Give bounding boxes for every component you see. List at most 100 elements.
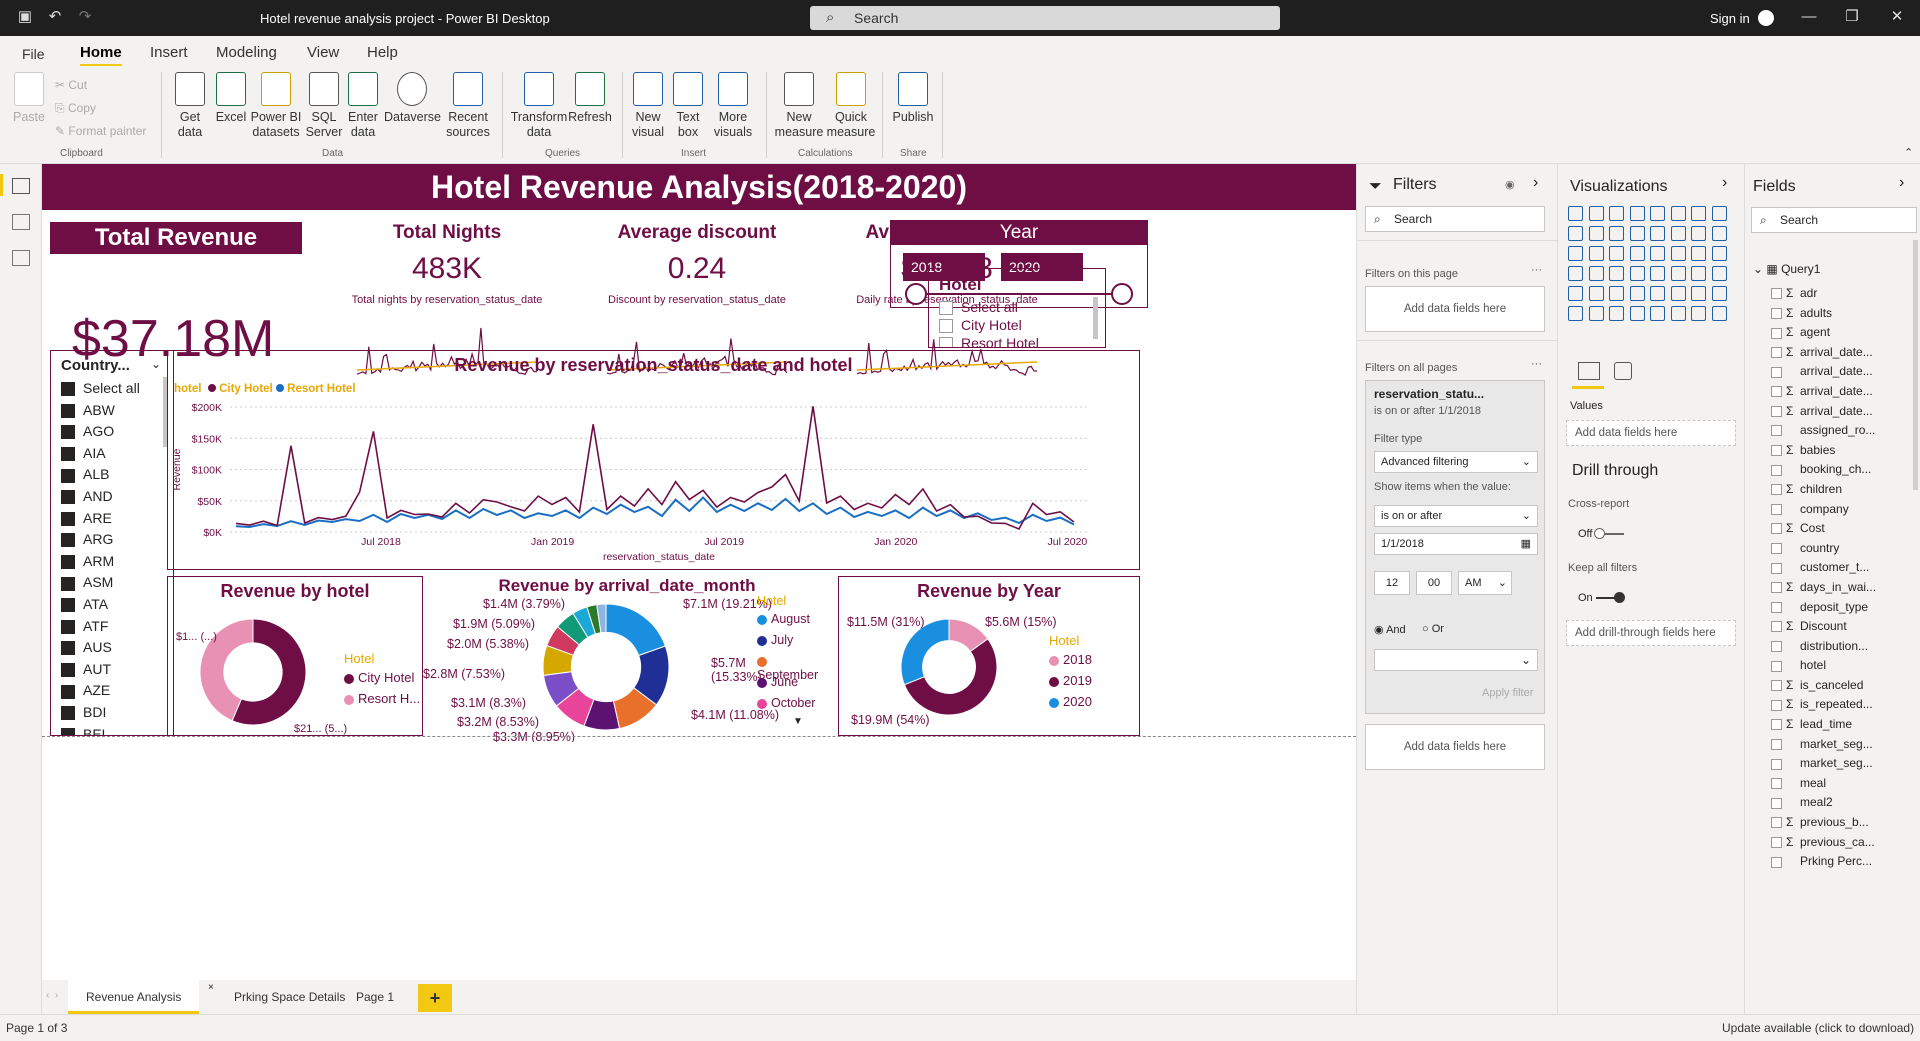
transform-data-button[interactable]: Transform data [510, 72, 568, 140]
field-item[interactable]: hotel [1745, 656, 1915, 676]
add-fields-dropzone[interactable]: Add data fields here [1365, 286, 1545, 332]
slicer-option[interactable]: Resort Hotel [939, 335, 1039, 347]
checkbox[interactable] [1771, 503, 1782, 515]
visual-type-icon[interactable] [1691, 206, 1706, 221]
visual-type-icon[interactable] [1711, 306, 1727, 321]
field-item[interactable]: Σarrival_date... [1745, 343, 1915, 363]
visual-type-icon[interactable] [1609, 226, 1624, 241]
scrollbar[interactable] [1913, 240, 1918, 490]
visual-type-icon[interactable] [1650, 206, 1665, 221]
checkbox[interactable] [1771, 582, 1782, 594]
menu-help[interactable]: Help [367, 44, 398, 61]
visual-type-icon[interactable] [1711, 286, 1727, 301]
visual-type-icon[interactable] [1711, 226, 1727, 241]
year-slider-start-handle[interactable] [905, 283, 927, 305]
format-painter-button[interactable]: ✎ Format painter [55, 124, 146, 138]
country-option[interactable]: ABW [61, 400, 140, 422]
visual-type-icon[interactable] [1588, 306, 1604, 321]
checkbox[interactable] [61, 727, 75, 735]
checkbox[interactable] [1771, 562, 1782, 574]
new-measure-button[interactable]: New measure [774, 72, 824, 140]
checkbox[interactable] [61, 706, 75, 721]
legend-scroll-down-icon[interactable]: ▼ [793, 716, 803, 727]
more-visuals-button[interactable]: More visuals [708, 72, 758, 140]
fields-tab-icon[interactable] [1578, 362, 1600, 380]
checkbox[interactable] [1771, 464, 1782, 476]
paste-button[interactable]: Paste [12, 72, 46, 125]
country-option[interactable]: Select all [61, 378, 140, 400]
publish-button[interactable]: Publish [890, 72, 936, 125]
visual-type-icon[interactable] [1670, 206, 1686, 221]
checkbox[interactable] [61, 641, 75, 656]
apply-filter-button[interactable]: Apply filter [1482, 687, 1533, 699]
visual-type-icon[interactable] [1711, 246, 1727, 261]
visual-type-icon[interactable] [1588, 206, 1604, 221]
filter-type-dropdown[interactable]: Advanced filtering ⌄ [1374, 451, 1538, 473]
country-option[interactable]: AZE [61, 680, 140, 702]
slicer-option[interactable]: Select all [939, 299, 1018, 316]
country-option[interactable]: ARM [61, 551, 140, 573]
chevron-down-icon[interactable]: ⌄ [151, 357, 161, 371]
checkbox[interactable] [61, 403, 75, 418]
checkbox[interactable] [61, 425, 75, 440]
country-option[interactable]: ATF [61, 616, 140, 638]
checkbox[interactable] [1771, 778, 1782, 790]
tab-scroll-left-icon[interactable]: ‹ › [46, 990, 58, 1001]
hotel-slicer[interactable]: Hotel Select all City Hotel Resort Hotel [928, 268, 1106, 348]
minute-input[interactable]: 00 [1416, 571, 1452, 595]
drill-through-dropzone[interactable]: Add drill-through fields here [1566, 620, 1736, 646]
add-fields-dropzone[interactable]: Add data fields here [1365, 724, 1545, 770]
sql-server-button[interactable]: SQL Server [304, 72, 344, 140]
slicer-option[interactable]: City Hotel [939, 317, 1022, 334]
visual-type-icon[interactable] [1568, 286, 1583, 301]
field-item[interactable]: distribution... [1745, 637, 1915, 657]
checkbox[interactable] [1771, 817, 1782, 829]
checkbox[interactable] [1771, 366, 1782, 378]
field-item[interactable]: Σlead_time [1745, 715, 1915, 735]
powerbi-datasets-button[interactable]: Power BI datasets [250, 72, 302, 140]
field-item[interactable]: Σdays_in_wai... [1745, 578, 1915, 598]
visual-type-icon[interactable] [1629, 246, 1645, 261]
checkbox[interactable] [1771, 641, 1782, 653]
visual-type-icon[interactable] [1650, 226, 1665, 241]
redo-icon[interactable]: ↷ [76, 8, 94, 26]
country-option[interactable]: AUS [61, 637, 140, 659]
field-item[interactable]: Σ Discount [1745, 617, 1915, 637]
visual-type-icon[interactable] [1629, 286, 1645, 301]
checkbox[interactable] [61, 576, 75, 591]
menu-file[interactable]: File [22, 46, 45, 62]
visual-type-icon[interactable] [1691, 286, 1706, 301]
field-item[interactable]: Σprevious_ca... [1745, 833, 1915, 853]
tab-page-1[interactable]: Page 1 [338, 980, 412, 1014]
visual-type-icon[interactable] [1670, 246, 1686, 261]
field-item[interactable]: Σchildren [1745, 480, 1915, 500]
checkbox[interactable] [1771, 719, 1782, 731]
visual-type-icon[interactable] [1609, 286, 1624, 301]
table-query1[interactable]: ⌄ ▦ Query1 [1753, 262, 1820, 276]
visual-type-icon[interactable] [1588, 266, 1604, 281]
country-option[interactable]: AUT [61, 659, 140, 681]
recent-sources-button[interactable]: Recent sources [442, 72, 494, 140]
visual-type-icon[interactable] [1609, 246, 1624, 261]
visual-type-icon[interactable] [1691, 226, 1706, 241]
checkbox[interactable] [1771, 484, 1782, 496]
year-slider-end-handle[interactable] [1111, 283, 1133, 305]
visual-type-icon[interactable] [1691, 266, 1706, 281]
refresh-button[interactable]: Refresh [566, 72, 614, 125]
checkbox[interactable] [1771, 386, 1782, 398]
hour-input[interactable]: 12 [1374, 571, 1410, 595]
checkbox[interactable] [1771, 856, 1782, 868]
checkbox[interactable] [61, 533, 75, 548]
visual-type-icon[interactable] [1650, 266, 1665, 281]
visual-type-icon[interactable] [1670, 286, 1686, 301]
close-icon[interactable]: ✕ [1888, 8, 1906, 26]
country-option[interactable]: AIA [61, 443, 140, 465]
checkbox[interactable] [1771, 621, 1782, 633]
data-view-icon[interactable] [12, 214, 30, 230]
field-item[interactable]: Σadr [1745, 284, 1915, 304]
cross-report-toggle[interactable]: Off [1578, 528, 1624, 540]
visual-type-icon[interactable] [1711, 206, 1727, 221]
country-option[interactable]: AND [61, 486, 140, 508]
checkbox[interactable] [1771, 836, 1782, 848]
checkbox[interactable] [61, 663, 75, 678]
